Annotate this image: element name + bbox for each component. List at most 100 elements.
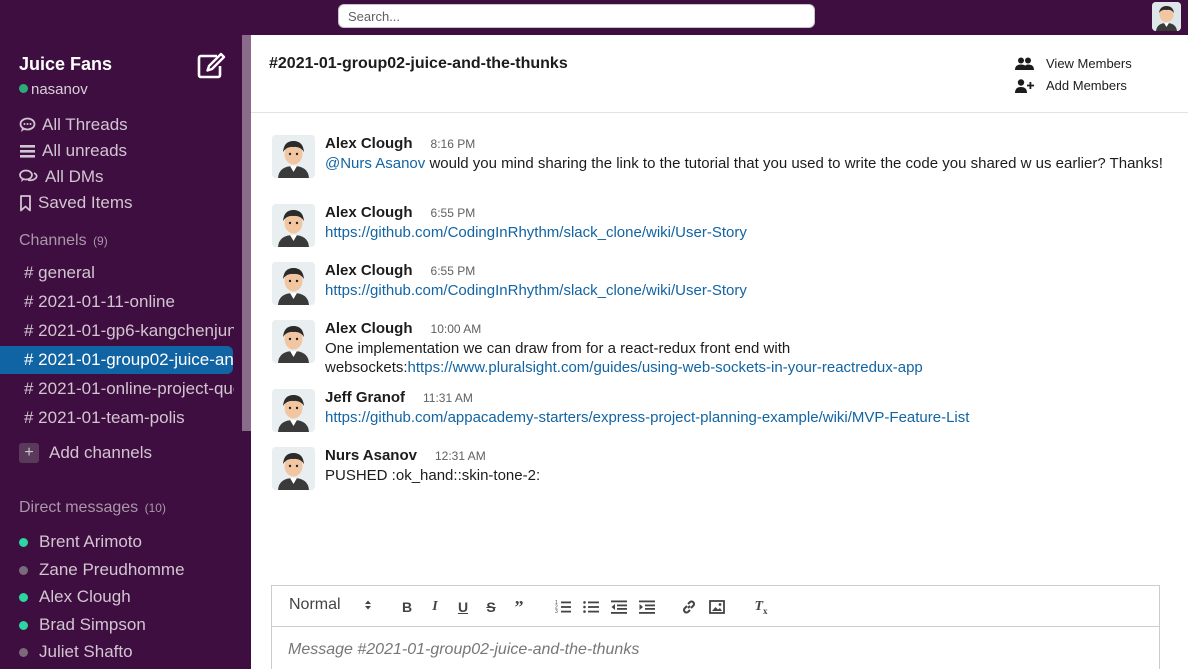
bold-icon[interactable]: B [398, 598, 416, 616]
channel-title: #2021-01-group02-juice-and-the-thunks [269, 55, 568, 72]
compose-icon[interactable] [196, 52, 226, 80]
current-user-name: nasanov [31, 81, 88, 98]
user-avatar[interactable] [272, 389, 315, 432]
message-text-content: would you mind sharing the link to the t… [425, 155, 1163, 172]
nav-all-dms[interactable]: All DMs [19, 167, 104, 187]
add-members-label: Add Members [1046, 78, 1127, 93]
view-members-label: View Members [1046, 56, 1132, 71]
sidebar: Juice Fans nasanov All Threads All unrea… [0, 35, 251, 669]
ordered-list-icon[interactable]: 123 [554, 598, 572, 616]
add-channels-button[interactable]: + Add channels [19, 443, 152, 463]
threads-icon [19, 117, 36, 132]
channel-item[interactable]: # general [24, 263, 234, 283]
offline-status-dot [19, 647, 28, 657]
message-time: 12:31 AM [434, 449, 486, 463]
dm-name: Alex Clough [39, 587, 131, 606]
outdent-icon[interactable] [610, 598, 628, 616]
message-author[interactable]: Alex Clough [325, 135, 413, 152]
italic-icon[interactable]: I [426, 598, 444, 616]
message-link[interactable]: https://www.pluralsight.com/guides/using… [408, 359, 923, 376]
plus-icon: + [19, 443, 39, 463]
user-avatar[interactable] [272, 204, 315, 247]
workspace-name[interactable]: Juice Fans [19, 54, 112, 75]
online-status-dot [19, 537, 28, 547]
clear-format-icon[interactable]: Tx [752, 598, 770, 616]
search-input[interactable]: Search... [338, 4, 815, 28]
user-avatar[interactable] [272, 320, 315, 363]
sidebar-scrollbar[interactable] [242, 35, 251, 431]
online-status-dot [19, 84, 28, 93]
channel-item[interactable]: # 2021-01-11-online [24, 292, 234, 312]
nav-label: Saved Items [38, 193, 133, 212]
add-member-icon [1015, 78, 1034, 93]
nav-label: All unreads [42, 141, 128, 160]
top-bar: Search... [0, 0, 1188, 35]
message-author[interactable]: Alex Clough [325, 204, 413, 221]
dm-item[interactable]: Zane Preudhomme [19, 560, 185, 580]
message-time: 6:55 PM [430, 264, 476, 278]
message-time: 11:31 AM [423, 391, 473, 405]
dms-icon [19, 169, 38, 182]
dm-title: Direct messages [19, 499, 139, 516]
channel-item-active[interactable]: # 2021-01-group02-juice-and-the-thunks [0, 346, 233, 374]
svg-text:3: 3 [555, 609, 558, 614]
channel-item[interactable]: # 2021-01-gp6-kangchenjunga [24, 321, 234, 341]
online-status-dot [19, 620, 28, 630]
dm-name: Juliet Shafto [39, 642, 133, 661]
message-author[interactable]: Jeff Granof [325, 389, 405, 406]
message-author[interactable]: Alex Clough [325, 320, 413, 337]
indent-icon[interactable] [638, 598, 656, 616]
message-composer: Normal B I U S ” 123 Tx Message #2021-01… [271, 585, 1160, 669]
add-members-button[interactable]: Add Members [1015, 78, 1127, 93]
image-icon[interactable] [708, 598, 726, 616]
user-avatar[interactable] [1152, 2, 1181, 31]
nav-label: All Threads [42, 115, 128, 134]
message-link[interactable]: https://github.com/CodingInRhythm/slack_… [325, 282, 747, 299]
message-time: 8:16 PM [430, 137, 476, 151]
channel-item[interactable]: # 2021-01-team-polis [24, 408, 234, 428]
nav-all-threads[interactable]: All Threads [19, 115, 128, 135]
members-icon [1015, 57, 1034, 70]
message-link[interactable]: https://github.com/CodingInRhythm/slack_… [325, 224, 747, 241]
message-time: 10:00 AM [430, 322, 482, 336]
channels-section-title[interactable]: Channels (9) [19, 232, 108, 250]
select-caret-icon[interactable] [364, 599, 372, 611]
user-avatar[interactable] [272, 262, 315, 305]
link-icon[interactable] [680, 598, 698, 616]
dm-item[interactable]: Brent Arimoto [19, 532, 142, 552]
nav-label: All DMs [45, 167, 104, 186]
offline-status-dot [19, 565, 28, 575]
dm-section-title[interactable]: Direct messages (10) [19, 499, 166, 517]
format-select[interactable]: Normal [289, 596, 341, 614]
message-author[interactable]: Alex Clough [325, 262, 413, 279]
online-status-dot [19, 592, 28, 602]
user-avatar[interactable] [272, 447, 315, 490]
message-author[interactable]: Nurs Asanov [325, 447, 417, 464]
message-time: 6:55 PM [430, 206, 476, 220]
message-input[interactable]: Message #2021-01-group02-juice-and-the-t… [288, 641, 639, 659]
current-user: nasanov [19, 81, 88, 98]
underline-icon[interactable]: U [454, 598, 472, 616]
add-channels-label: Add channels [49, 443, 153, 462]
unreads-icon [20, 145, 35, 158]
view-members-button[interactable]: View Members [1015, 56, 1132, 71]
dm-item[interactable]: Brad Simpson [19, 615, 146, 635]
bookmark-icon [20, 194, 31, 211]
blockquote-icon[interactable]: ” [510, 597, 528, 617]
user-mention[interactable]: @Nurs Asanov [325, 155, 425, 172]
bullet-list-icon[interactable] [582, 598, 600, 616]
strikethrough-icon[interactable]: S [482, 598, 500, 616]
dm-name: Brad Simpson [39, 615, 146, 634]
channel-header: #2021-01-group02-juice-and-the-thunks Vi… [251, 35, 1188, 113]
nav-all-unreads[interactable]: All unreads [19, 141, 127, 161]
dm-name: Zane Preudhomme [39, 560, 185, 579]
dm-item[interactable]: Juliet Shafto [19, 642, 133, 662]
dm-item[interactable]: Alex Clough [19, 587, 131, 607]
channel-item[interactable]: # 2021-01-online-project-questions [24, 379, 234, 399]
dm-name: Brent Arimoto [39, 532, 142, 551]
channels-count: (9) [93, 234, 108, 248]
message-link[interactable]: https://github.com/appacademy-starters/e… [325, 409, 969, 426]
user-avatar[interactable] [272, 135, 315, 178]
message-text: @Nurs Asanov would you mind sharing the … [325, 154, 1165, 173]
nav-saved-items[interactable]: Saved Items [19, 193, 133, 213]
